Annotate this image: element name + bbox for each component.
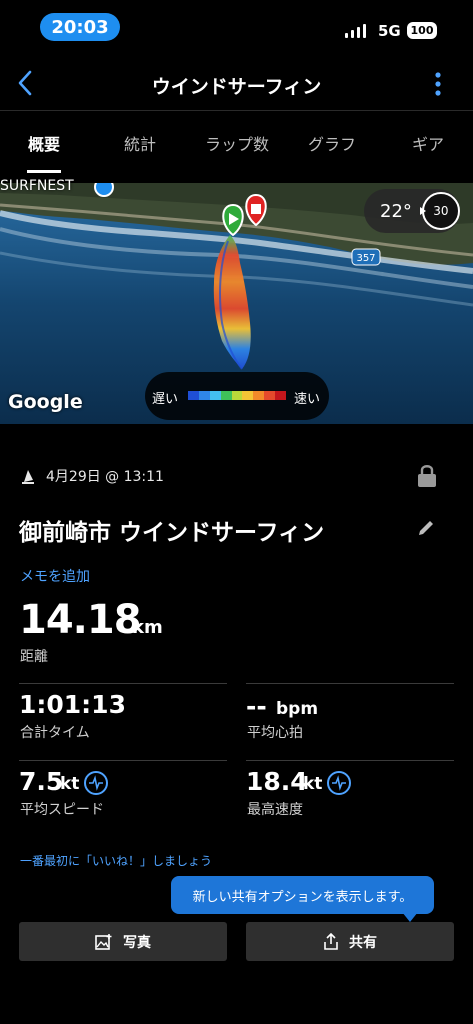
like-prompt-link[interactable]: 一番最初に「いいね！」しましょう	[20, 852, 212, 869]
header-divider	[0, 110, 473, 111]
tab-overview[interactable]: 概要	[18, 131, 70, 155]
legend-color-swatch	[275, 391, 287, 400]
signal-icon	[345, 24, 369, 38]
legend-color-swatch	[188, 391, 199, 400]
legend-fast-label: 速い	[294, 392, 321, 407]
avg-hr-label: 平均心拍	[247, 725, 303, 741]
legend-color-swatch	[220, 391, 232, 400]
distance-value: 14.18	[19, 597, 142, 643]
avg-hr-unit: bpm	[276, 699, 319, 719]
divider	[19, 760, 227, 761]
tab-laps[interactable]: ラップ数	[196, 131, 278, 155]
tooltip-arrow	[402, 912, 418, 922]
activity-title: 御前崎市 ウインドサーフィン	[19, 520, 325, 546]
weather-badge: 22° 30	[364, 189, 460, 233]
legend-color-swatch	[209, 391, 221, 400]
edit-pencil-icon[interactable]	[416, 518, 436, 538]
share-button-label: 共有	[349, 934, 377, 951]
avg-speed-unit: kt	[60, 774, 80, 794]
place-marker-icon[interactable]	[94, 183, 114, 197]
share-button[interactable]: 共有	[246, 922, 454, 961]
distance-label: 距離	[20, 649, 48, 665]
max-speed-info-icon[interactable]	[327, 771, 351, 795]
more-menu-icon[interactable]	[430, 70, 446, 98]
legend-slow-label: 遅い	[152, 392, 179, 407]
share-tooltip[interactable]: 新しい共有オプションを表示します。	[171, 876, 434, 914]
tab-stats[interactable]: 統計	[110, 131, 170, 155]
legend-color-swatch	[198, 391, 210, 400]
avg-hr-value: --	[246, 692, 267, 721]
max-speed-unit: kt	[303, 774, 323, 794]
add-photo-icon	[95, 933, 112, 950]
avg-speed-value: 7.5	[19, 767, 64, 796]
activity-date: 4月29日 @ 13:11	[46, 469, 164, 485]
tab-gear[interactable]: ギア	[400, 131, 456, 155]
photo-button[interactable]: 写真	[19, 922, 227, 961]
legend-color-swatch	[264, 391, 276, 400]
place-label: SURFNEST	[0, 178, 74, 194]
distance-unit: km	[132, 617, 163, 638]
photo-button-label: 写真	[123, 934, 151, 951]
activity-date-row: 4月29日 @ 13:11	[20, 466, 164, 486]
legend-color-swatch	[253, 391, 265, 400]
active-tab-indicator	[27, 170, 61, 173]
page-title: ウインドサーフィン	[151, 76, 322, 98]
share-icon	[324, 932, 338, 950]
status-time: 20:03	[40, 13, 120, 41]
legend-color-bar	[188, 391, 287, 400]
temperature: 22°	[380, 200, 412, 222]
legend-color-swatch	[242, 391, 254, 400]
lock-icon[interactable]	[416, 462, 438, 488]
network-type: 5G	[378, 22, 401, 40]
road-number: 357	[356, 253, 375, 264]
divider	[246, 683, 454, 684]
add-memo-link[interactable]: メモを追加	[20, 566, 90, 586]
battery-icon: 100	[407, 22, 437, 39]
google-logo: Google	[8, 391, 83, 413]
wind-speed-icon: 30	[419, 192, 460, 230]
avg-speed-info-icon[interactable]	[84, 771, 108, 795]
max-speed-value: 18.4	[246, 767, 308, 796]
windsurf-icon	[22, 470, 34, 484]
wind-speed: 30	[433, 204, 449, 218]
tab-graph[interactable]: グラフ	[300, 131, 364, 155]
divider	[246, 760, 454, 761]
max-speed-label: 最高速度	[247, 802, 303, 818]
avg-speed-label: 平均スピード	[20, 802, 104, 818]
total-time-value: 1:01:13	[19, 690, 126, 719]
legend-color-swatch	[231, 391, 243, 400]
divider	[19, 683, 227, 684]
total-time-label: 合計タイム	[20, 725, 90, 741]
